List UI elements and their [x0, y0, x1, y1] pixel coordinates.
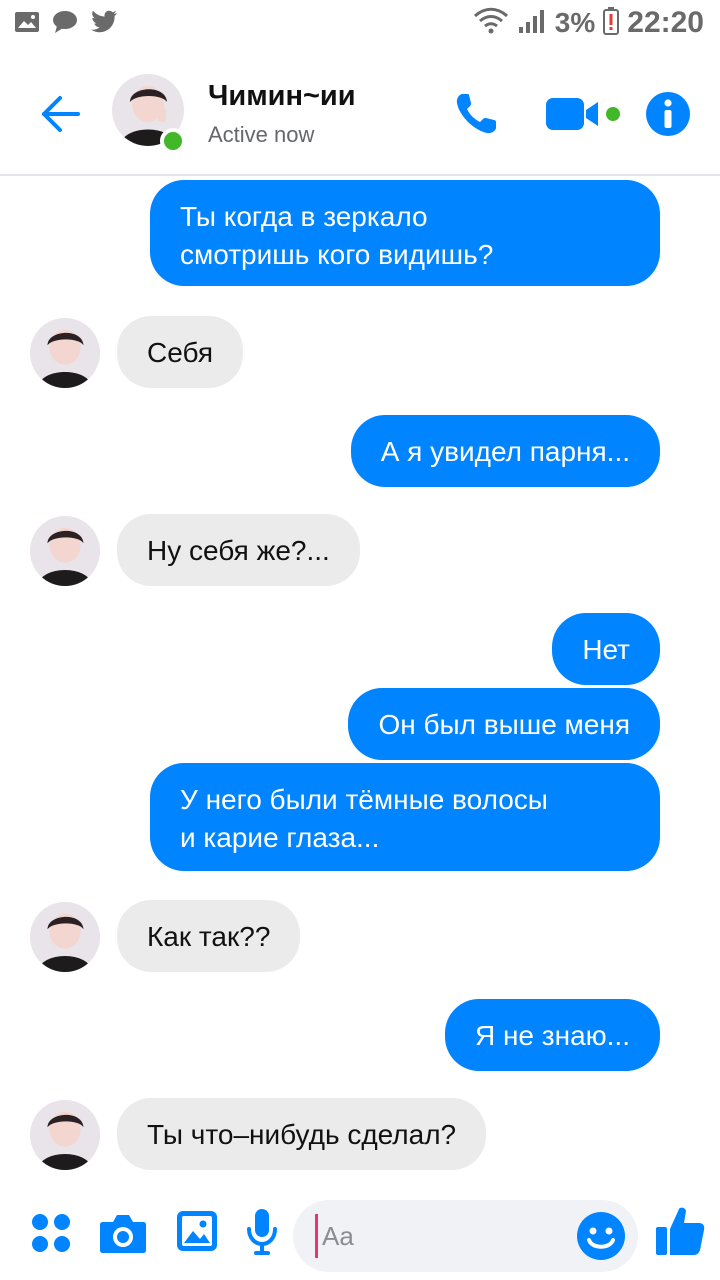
message-text: Как так??: [147, 921, 271, 952]
voice-call-button[interactable]: [450, 88, 502, 140]
message-incoming[interactable]: Себя: [117, 316, 244, 388]
message-outgoing[interactable]: А я увидел парня...: [350, 415, 660, 487]
battery-low-icon: [603, 6, 620, 40]
message-text: Он был выше меня: [378, 709, 630, 740]
contact-avatar-small[interactable]: [30, 902, 100, 972]
chat-bubble-icon: [52, 10, 78, 39]
notification-icons: [14, 10, 118, 39]
clock: 22:20: [627, 6, 704, 39]
wifi-icon: [473, 7, 509, 40]
back-arrow-icon: [42, 96, 80, 132]
emoji-button[interactable]: [575, 1210, 627, 1262]
message-text: А я увидел парня...: [380, 436, 630, 467]
smiley-icon: [577, 1212, 625, 1260]
online-indicator: [160, 128, 186, 154]
image-icon: [177, 1211, 217, 1251]
message-text: Ну себя же?...: [147, 535, 330, 566]
message-text: Ты что–нибудь сделал?: [147, 1119, 457, 1150]
message-incoming[interactable]: Ты что–нибудь сделал?: [117, 1098, 487, 1170]
message-text: У него были тёмные волосы и карие глаза.…: [180, 784, 548, 853]
battery-percent: 3%: [554, 7, 596, 38]
camera-icon: [100, 1215, 146, 1253]
message-text: Себя: [147, 337, 214, 368]
message-text: Нет: [582, 634, 630, 665]
message-outgoing[interactable]: У него были тёмные волосы и карие глаза.…: [150, 763, 660, 871]
camera-button[interactable]: [98, 1210, 148, 1256]
contact-avatar-small[interactable]: [30, 1100, 100, 1170]
message-outgoing[interactable]: Он был выше меня: [348, 688, 660, 760]
contact-avatar-small[interactable]: [30, 318, 100, 388]
twitter-icon: [90, 10, 118, 39]
message-incoming[interactable]: Как так??: [117, 900, 301, 972]
message-composer: [0, 1186, 720, 1280]
like-button[interactable]: [654, 1204, 706, 1258]
contact-avatar-small[interactable]: [30, 516, 100, 586]
contact-status: Active now: [208, 122, 315, 147]
gallery-icon: [14, 10, 40, 39]
message-outgoing[interactable]: Я не знаю...: [444, 999, 660, 1071]
message-text: Ты когда в зеркало смотришь кого видишь?: [180, 201, 494, 270]
message-outgoing[interactable]: Ты когда в зеркало смотришь кого видишь?: [150, 180, 660, 286]
status-bar: 3% 22:20: [0, 0, 720, 52]
phone-icon: [456, 94, 496, 134]
voice-message-button[interactable]: [244, 1206, 280, 1256]
video-call-button[interactable]: [544, 92, 624, 136]
message-outgoing[interactable]: Нет: [552, 613, 660, 685]
contact-name[interactable]: Чимин~ии: [208, 80, 356, 113]
system-status: 3% 22:20: [473, 6, 704, 40]
video-camera-icon: [546, 98, 620, 130]
message-input[interactable]: [315, 1214, 565, 1258]
gallery-button[interactable]: [174, 1208, 220, 1254]
thumbs-up-icon: [656, 1207, 705, 1255]
back-button[interactable]: [30, 84, 90, 144]
signal-icon: [517, 7, 547, 40]
four-dots-icon: [32, 1214, 70, 1252]
message-list[interactable]: Ты когда в зеркало смотришь кого видишь?…: [0, 176, 720, 1186]
info-button[interactable]: [644, 90, 692, 138]
message-text: Я не знаю...: [474, 1020, 630, 1051]
more-options-button[interactable]: [28, 1210, 74, 1256]
microphone-icon: [247, 1209, 277, 1255]
message-incoming[interactable]: Ну себя же?...: [117, 514, 360, 586]
message-input-container[interactable]: [293, 1200, 638, 1272]
info-icon: [646, 92, 690, 136]
chat-header: Чимин~ии Active now: [0, 52, 720, 176]
